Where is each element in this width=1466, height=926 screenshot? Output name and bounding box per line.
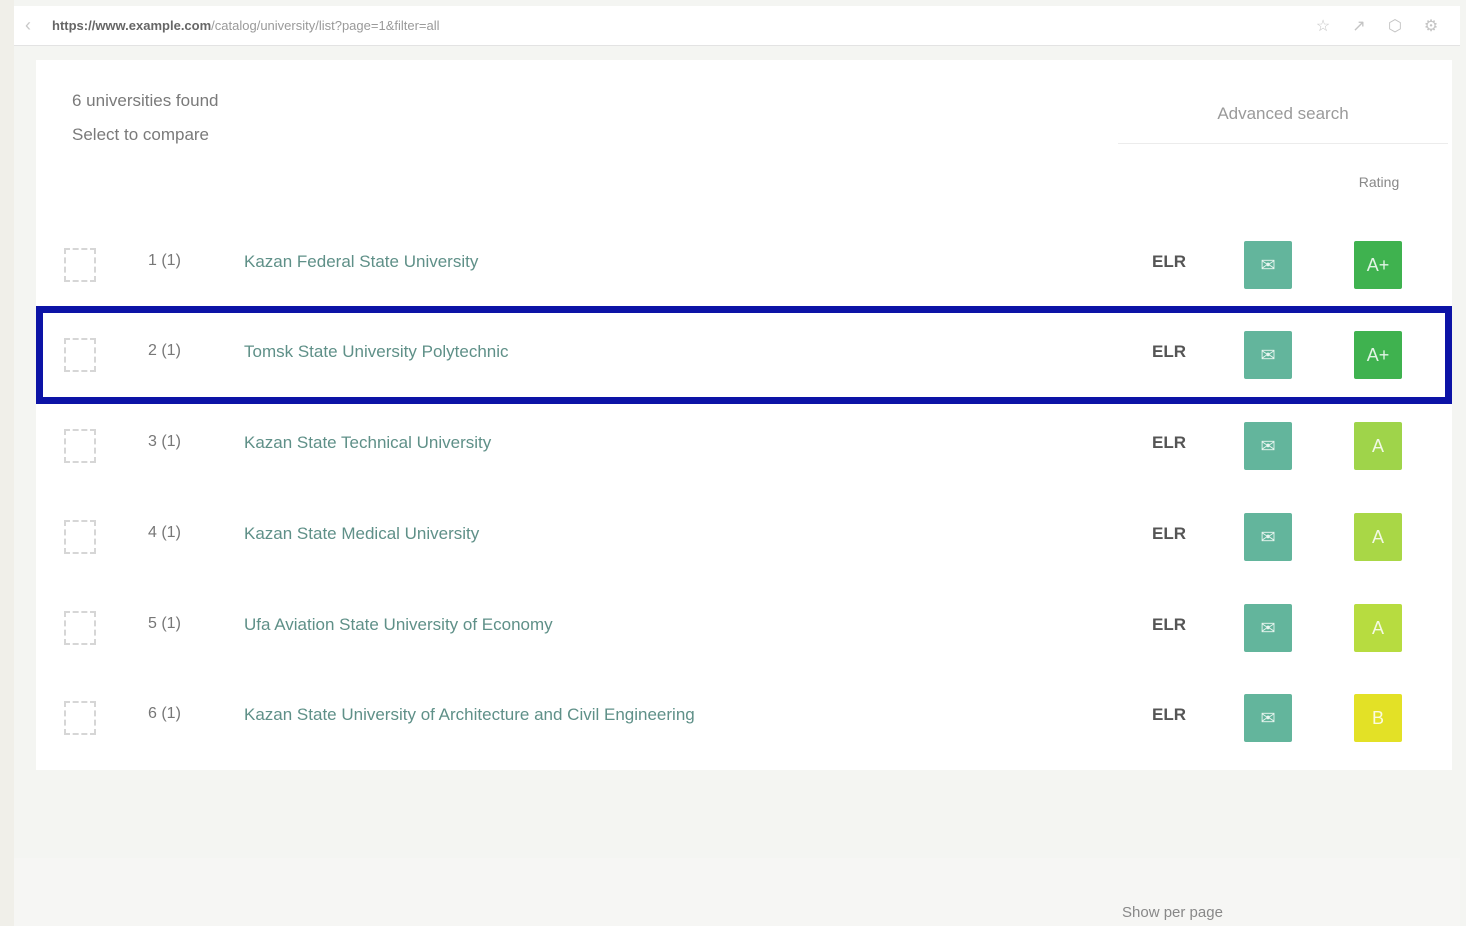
compare-checkbox[interactable] [64, 520, 96, 554]
contact-button[interactable]: ✉ [1244, 694, 1292, 742]
share-icon[interactable]: ↗ [1350, 16, 1368, 36]
envelope-icon: ✉ [1260, 708, 1276, 728]
compare-checkbox[interactable] [64, 248, 96, 282]
language-code: ELR [1152, 252, 1186, 271]
per-page-label[interactable]: Show per page [1122, 904, 1223, 921]
advanced-search-button[interactable]: Advanced search [1118, 84, 1448, 144]
compare-hint: Select to compare [72, 125, 210, 144]
settings-icon[interactable]: ⚙ [1422, 16, 1440, 36]
compare-checkbox[interactable] [64, 338, 96, 372]
language-code: ELR [1152, 433, 1186, 452]
contact-button[interactable]: ✉ [1244, 422, 1292, 470]
url-host: https://www.example.com [52, 18, 212, 33]
language-code: ELR [1152, 524, 1186, 543]
university-link[interactable]: Kazan State University of Architecture a… [244, 705, 695, 725]
row-number: 3 (1) [148, 433, 181, 450]
rating-badge: A [1354, 604, 1402, 652]
contact-button[interactable]: ✉ [1244, 331, 1292, 379]
url-field[interactable]: https://www.example.com/catalog/universi… [42, 18, 1314, 33]
rating-badge: A [1354, 422, 1402, 470]
university-link[interactable]: Kazan State Technical University [244, 433, 491, 453]
compare-checkbox[interactable] [64, 611, 96, 645]
footer: Show per page [14, 858, 1460, 926]
url-path: /catalog/university/list?page=1&filter=a… [211, 18, 440, 33]
contact-button[interactable]: ✉ [1244, 241, 1292, 289]
row-number: 6 (1) [148, 705, 181, 722]
browser-address-bar[interactable]: ‹ https://www.example.com/catalog/univer… [14, 6, 1460, 46]
rating-badge: A [1354, 513, 1402, 561]
row-number: 5 (1) [148, 615, 181, 632]
university-link[interactable]: Tomsk State University Polytechnic [244, 342, 509, 362]
table-row[interactable]: 1 (1) Kazan Federal State University ELR ✉ A… [36, 220, 1452, 310]
window-edge [0, 0, 14, 926]
envelope-icon: ✉ [1260, 618, 1276, 638]
table-row[interactable]: 3 (1) Kazan State Technical University ELR… [36, 401, 1452, 491]
university-link[interactable]: Kazan Federal State University [244, 252, 478, 272]
row-number: 1 (1) [148, 252, 181, 269]
extension-icon[interactable]: ⬡ [1386, 16, 1404, 36]
compare-checkbox[interactable] [64, 701, 96, 735]
table-row[interactable]: 6 (1) Kazan State University of Architect… [36, 673, 1452, 763]
language-code: ELR [1152, 615, 1186, 634]
envelope-icon: ✉ [1260, 436, 1276, 456]
row-number: 4 (1) [148, 524, 181, 541]
rating-column-header: Rating [1358, 174, 1400, 190]
university-link[interactable]: Kazan State Medical University [244, 524, 479, 544]
bookmark-icon[interactable]: ☆ [1314, 16, 1332, 36]
browser-actions: ☆ ↗ ⬡ ⚙ [1314, 16, 1460, 36]
table-row[interactable]: 5 (1) Ufa Aviation State University of Ec… [36, 583, 1452, 673]
table-row[interactable]: 4 (1) Kazan State Medical University ELR ✉ A [36, 492, 1452, 582]
results-summary: 6 universities found Select to compare [72, 84, 218, 152]
rating-badge: B [1354, 694, 1402, 742]
contact-button[interactable]: ✉ [1244, 604, 1292, 652]
language-code: ELR [1152, 342, 1186, 361]
rating-badge: A+ [1354, 241, 1402, 289]
compare-checkbox[interactable] [64, 429, 96, 463]
table-row[interactable]: 2 (1) Tomsk State University Polytechnic E… [36, 306, 1452, 404]
results-panel: 6 universities found Select to compare A… [36, 60, 1452, 770]
university-link[interactable]: Ufa Aviation State University of Economy [244, 615, 553, 635]
language-code: ELR [1152, 705, 1186, 724]
envelope-icon: ✉ [1260, 255, 1276, 275]
back-arrow-icon[interactable]: ‹ [14, 15, 42, 36]
contact-button[interactable]: ✉ [1244, 513, 1292, 561]
row-number: 2 (1) [148, 342, 181, 359]
rating-badge: A+ [1354, 331, 1402, 379]
results-count: 6 universities found [72, 91, 219, 110]
envelope-icon: ✉ [1260, 527, 1276, 547]
envelope-icon: ✉ [1260, 345, 1276, 365]
